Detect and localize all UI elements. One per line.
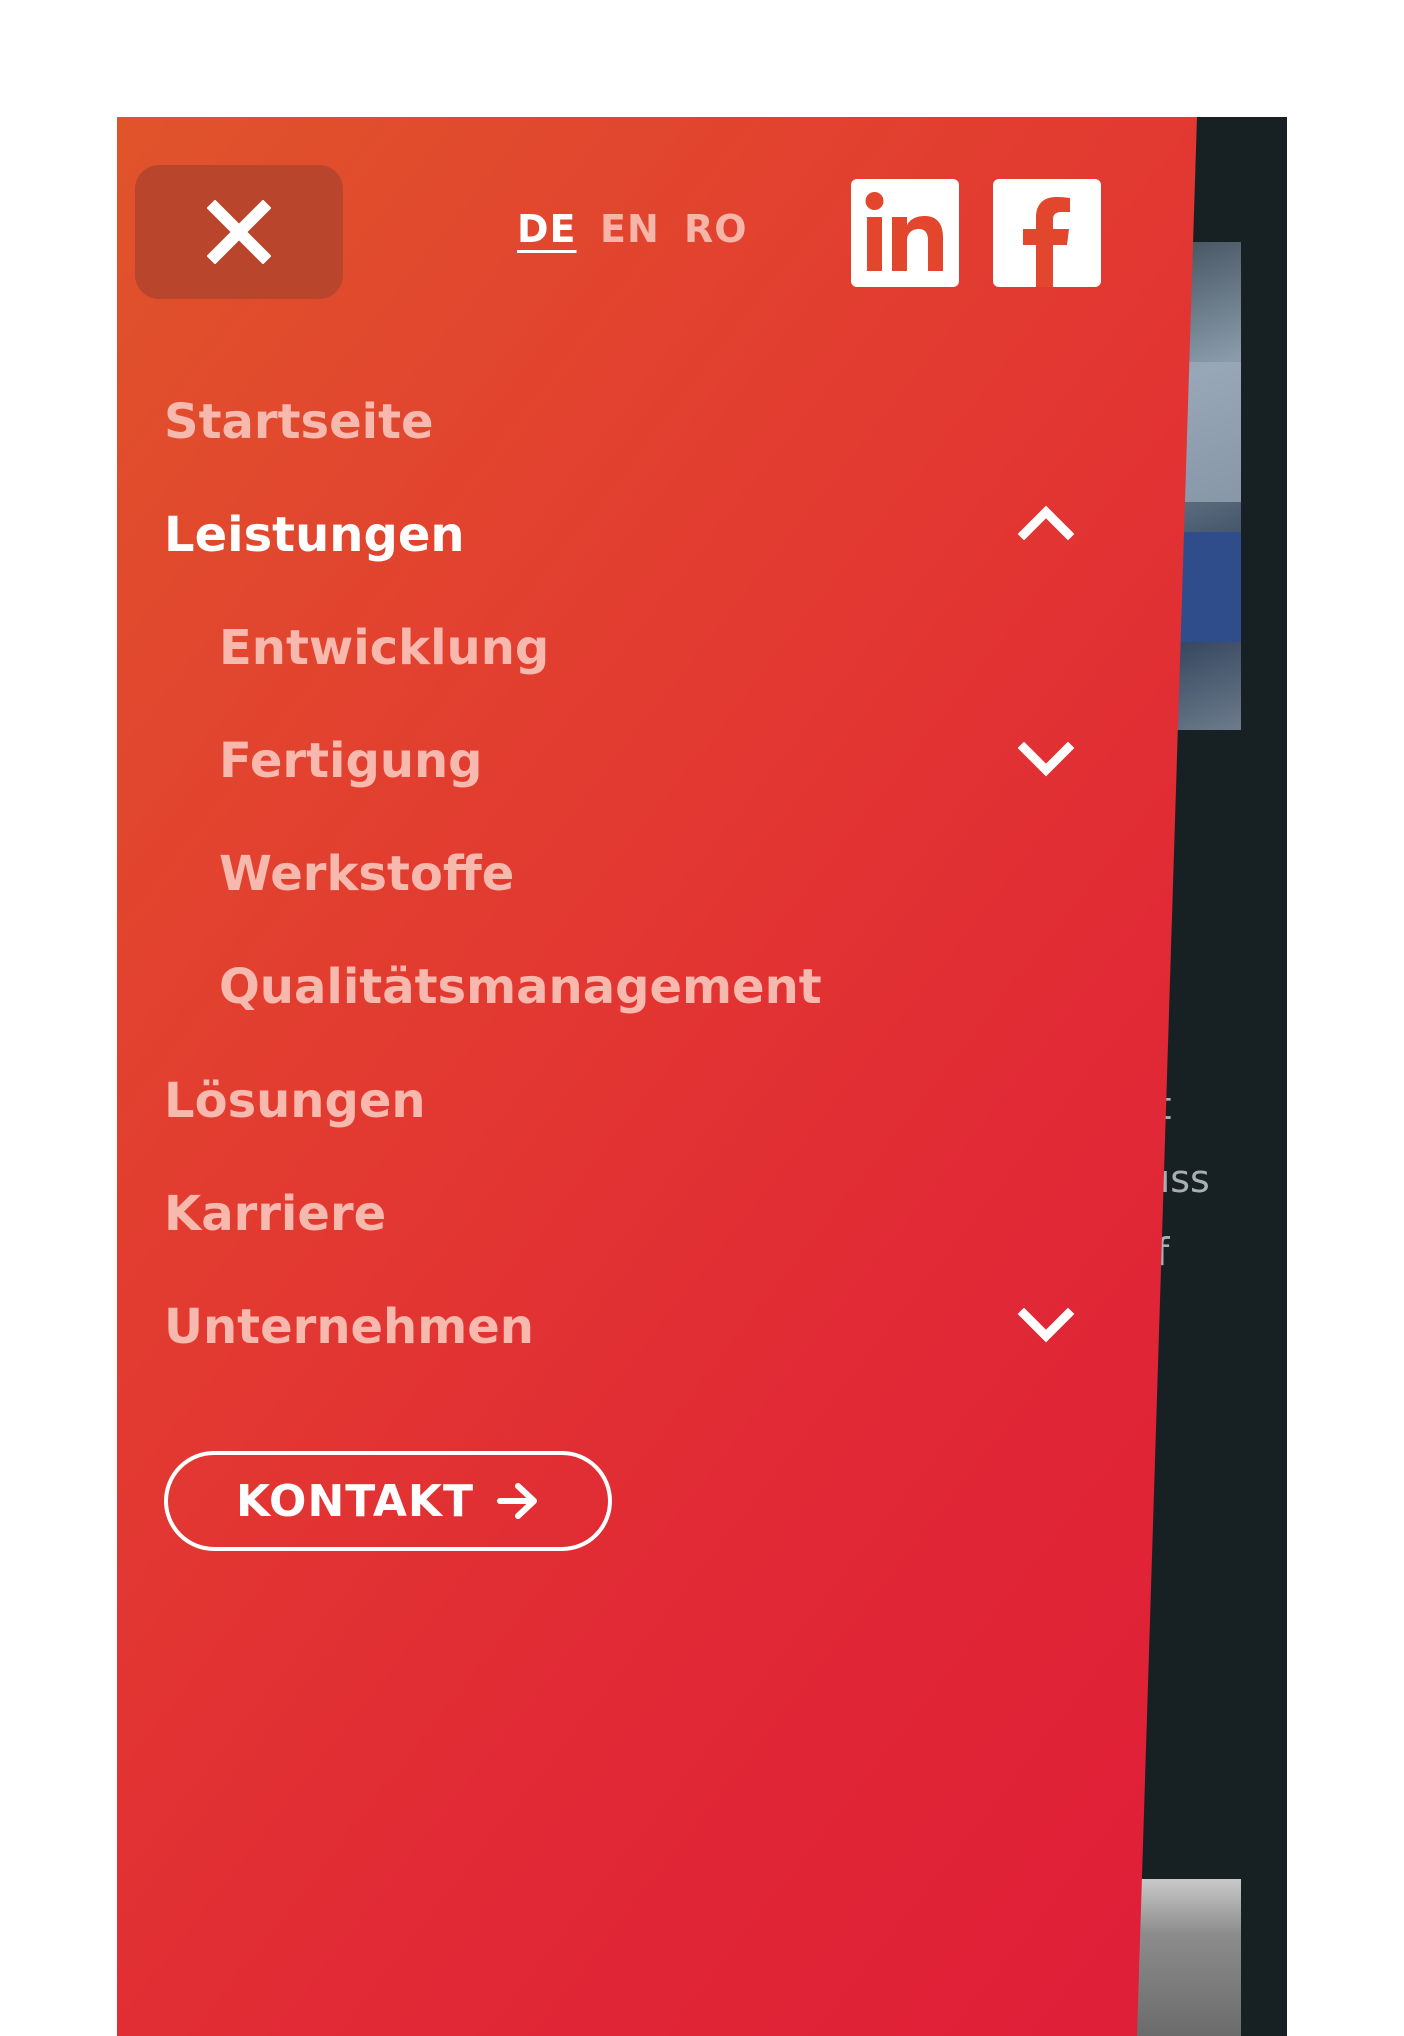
nav-subitem-entwicklung[interactable]: Entwicklung	[219, 613, 549, 683]
nav-item-unternehmen[interactable]: Unternehmen	[164, 1292, 534, 1362]
nav-subitem-fertigung[interactable]: Fertigung	[219, 726, 483, 796]
chevron-down-icon[interactable]	[1016, 1308, 1076, 1348]
facebook-icon	[1023, 197, 1070, 287]
mobile-menu-drawer: DE EN RO Startseite Leistungen Entwicklu…	[117, 117, 1197, 2036]
facebook-link[interactable]	[993, 179, 1101, 287]
linkedin-link[interactable]	[851, 179, 959, 287]
language-de[interactable]: DE	[517, 207, 577, 251]
language-en[interactable]: EN	[600, 207, 660, 251]
nav-subitem-qualitaetsmanagement[interactable]: Qualitätsmanagement	[219, 952, 822, 1022]
arrow-right-icon	[497, 1483, 538, 1519]
chevron-up-icon[interactable]	[1016, 500, 1076, 540]
nav-item-startseite[interactable]: Startseite	[164, 387, 434, 457]
close-menu-button[interactable]	[135, 165, 343, 299]
nav-item-leistungen[interactable]: Leistungen	[164, 500, 465, 570]
chevron-down-icon[interactable]	[1016, 742, 1076, 782]
nav-item-karriere[interactable]: Karriere	[164, 1179, 386, 1249]
nav-item-loesungen[interactable]: Lösungen	[164, 1066, 426, 1136]
kontakt-button-label: KONTAKT	[235, 1475, 475, 1527]
nav-subitem-werkstoffe[interactable]: Werkstoffe	[219, 839, 514, 909]
close-icon	[207, 200, 271, 264]
kontakt-button[interactable]: KONTAKT	[164, 1451, 612, 1551]
language-ro[interactable]: RO	[684, 207, 748, 251]
linkedin-icon	[865, 192, 943, 271]
